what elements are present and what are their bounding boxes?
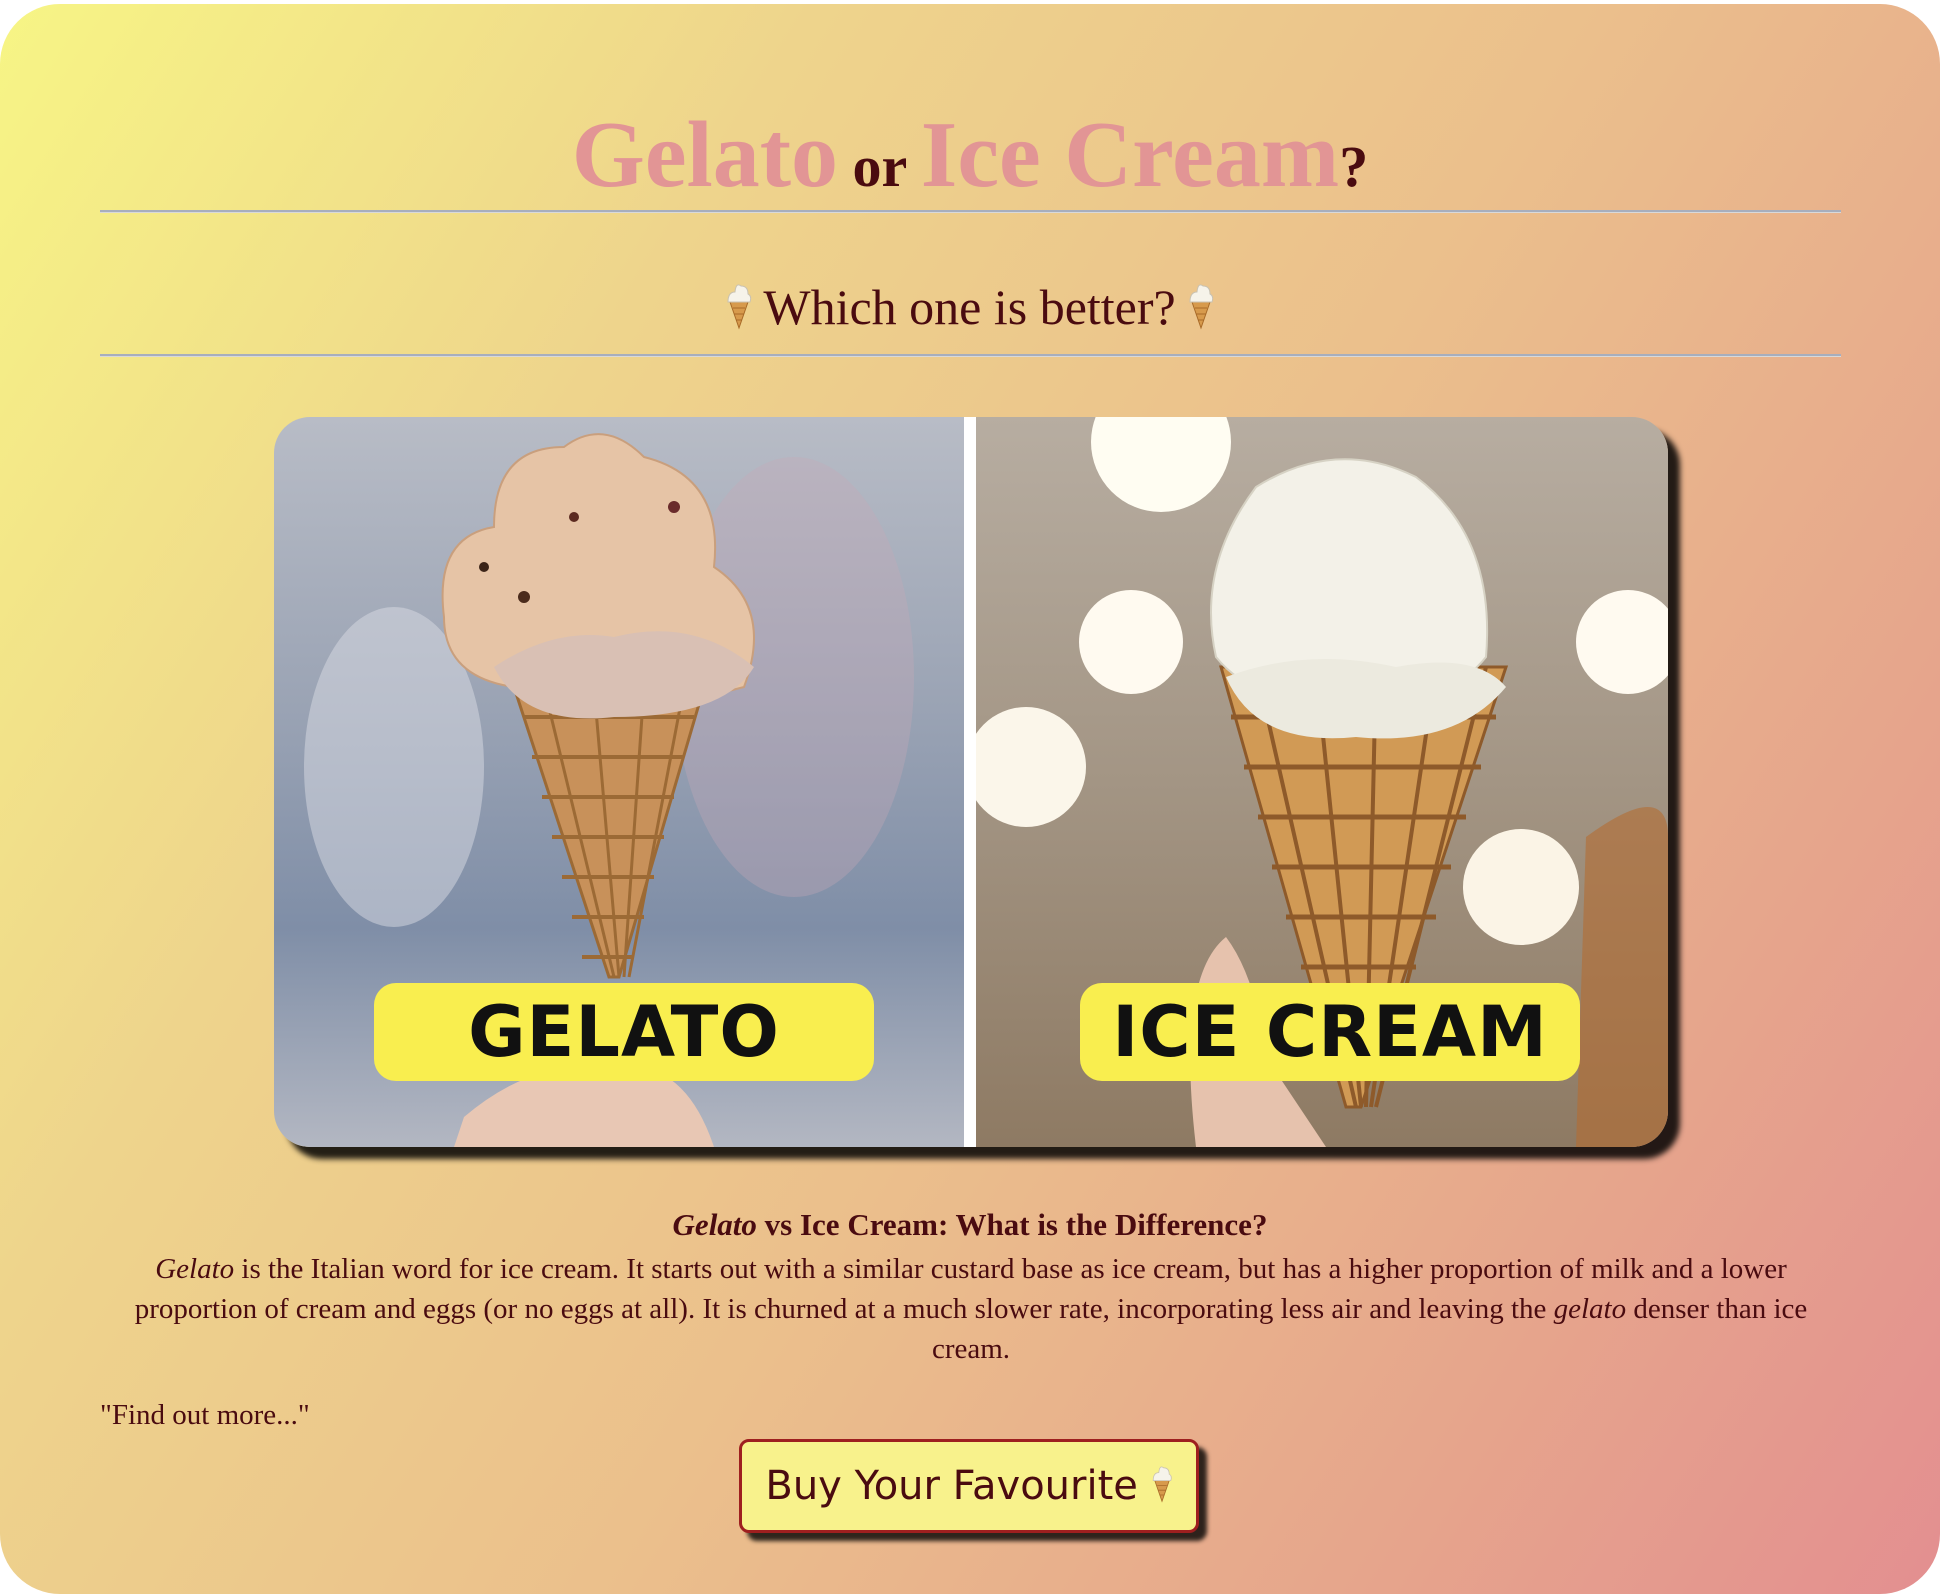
title-gelato: Gelato — [571, 103, 839, 207]
title-ice-cream: Ice Cream — [920, 103, 1340, 207]
ice-cream-cone-icon — [1189, 284, 1214, 330]
ice-cream-label: ICE CREAM — [1080, 983, 1580, 1081]
heading-gelato: Gelato — [672, 1207, 757, 1242]
subtitle-text: Which one is better? — [763, 279, 1176, 335]
buy-your-favourite-button[interactable]: Buy Your Favourite — [739, 1439, 1199, 1533]
ice-cream-cone-icon — [727, 284, 751, 330]
description-text: Gelato is the Italian word for ice cream… — [100, 1249, 1842, 1369]
ice-cream-cone-icon — [1152, 1466, 1172, 1503]
bottom-divider — [100, 354, 1841, 357]
page-title: Gelato or Ice Cream? — [0, 108, 1940, 202]
desc-gelato-1: Gelato — [155, 1253, 235, 1285]
desc-gelato-2: gelato — [1553, 1293, 1627, 1325]
gelato-photo: GELATO — [274, 417, 964, 1147]
buy-button-label: Buy Your Favourite — [765, 1463, 1138, 1509]
comparison-image: GELATO ICE CREAM — [274, 417, 1668, 1147]
title-question-mark: ? — [1339, 134, 1369, 199]
subtitle: Which one is better? — [0, 277, 1940, 337]
gelato-label: GELATO — [374, 983, 874, 1081]
page-card: Gelato or Ice Cream? Which one is better… — [0, 4, 1940, 1594]
top-divider — [100, 210, 1841, 213]
desc-part-1: is the Italian word for ice cream. It st… — [134, 1253, 1787, 1325]
ice-cream-photo: ICE CREAM — [976, 417, 1668, 1147]
image-divider — [964, 417, 976, 1147]
description-heading: Gelato vs Ice Cream: What is the Differe… — [0, 1207, 1940, 1243]
title-or: or — [852, 134, 907, 199]
heading-rest: vs Ice Cream: What is the Difference? — [756, 1207, 1268, 1242]
find-out-more: "Find out more..." — [100, 1399, 310, 1431]
